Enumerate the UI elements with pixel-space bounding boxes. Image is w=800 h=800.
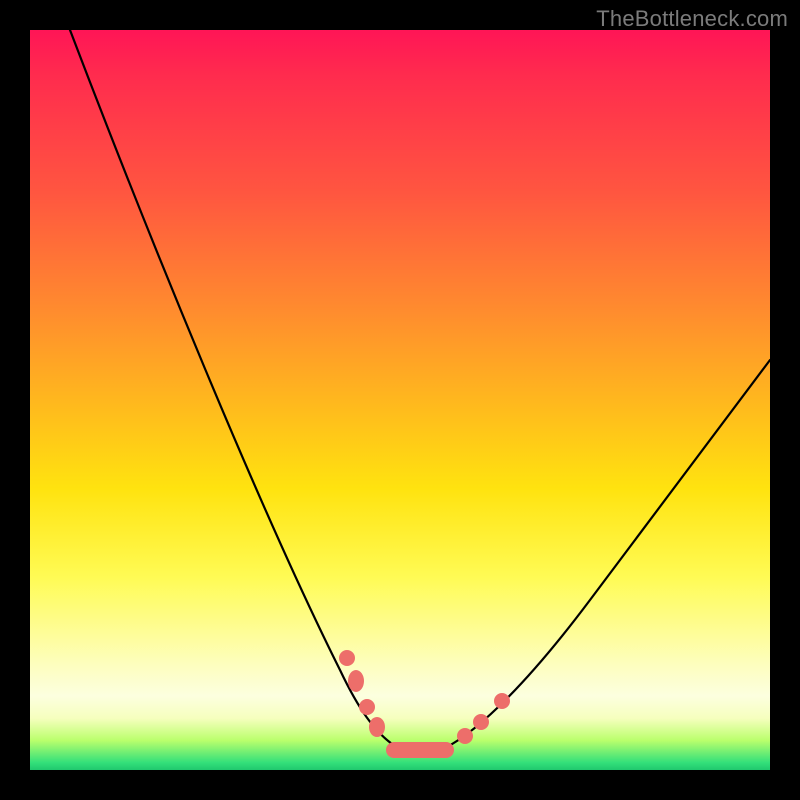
chart-frame: TheBottleneck.com	[0, 0, 800, 800]
marker-dot	[494, 693, 510, 709]
bottleneck-curve	[30, 30, 770, 770]
marker-dot	[359, 699, 375, 715]
marker-dot	[457, 728, 473, 744]
marker-dot	[369, 717, 385, 737]
curve-left-branch	[70, 30, 395, 746]
marker-dot	[348, 670, 364, 692]
curve-right-branch	[445, 360, 770, 748]
watermark-text: TheBottleneck.com	[596, 6, 788, 32]
marker-dot	[339, 650, 355, 666]
chart-plot-area	[30, 30, 770, 770]
marker-dot	[473, 714, 489, 730]
marker-pill	[386, 742, 454, 758]
